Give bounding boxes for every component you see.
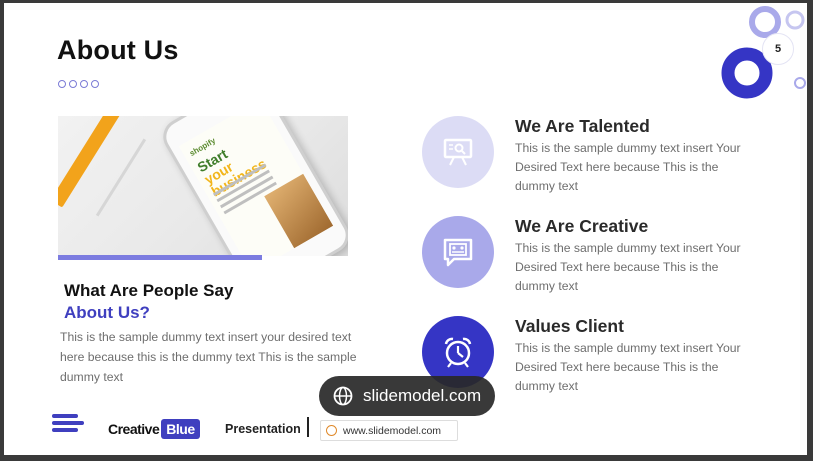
feature-text: This is the sample dummy text insert You…	[515, 141, 741, 193]
phone-photo: shopify Start your business	[58, 116, 348, 256]
photo-accent-bar	[58, 255, 262, 260]
footer-divider	[307, 417, 309, 437]
brand-word: Creative	[108, 421, 160, 437]
footer-url[interactable]: www.slidemodel.com	[320, 420, 458, 441]
decor-ring-small	[785, 10, 805, 30]
slide: 5 About Us shopify Start your business W…	[4, 3, 807, 455]
brand-stripes-icon	[52, 414, 84, 435]
globe-icon	[326, 425, 337, 436]
decor-ring-medium	[749, 6, 781, 38]
presentation-label: Presentation	[225, 422, 301, 436]
feature-title: We Are Creative	[515, 216, 649, 236]
left-subtitle-line2: About Us?	[64, 303, 150, 322]
title-dots	[58, 80, 99, 88]
page-title: About Us	[57, 35, 179, 65]
watermark-badge: slidemodel.com	[319, 376, 495, 416]
brand-badge: Blue	[161, 419, 200, 439]
left-subtitle-line1: What Are People Say	[64, 281, 234, 300]
globe-icon	[333, 386, 353, 406]
feature-title: We Are Talented	[515, 116, 650, 136]
footer-url-text: www.slidemodel.com	[343, 424, 442, 437]
presentation-board-icon	[422, 116, 494, 188]
decor-ring-large	[721, 47, 773, 99]
pencil-shape	[58, 116, 126, 208]
watermark-text: slidemodel.com	[363, 386, 482, 405]
brand-name: Creative Blue	[108, 419, 200, 439]
page-number: 5	[762, 33, 794, 65]
left-body-text: This is the sample dummy text insert you…	[60, 330, 357, 384]
feature-creative: We Are Creative This is the sample dummy…	[422, 216, 802, 296]
chat-presentation-icon	[422, 216, 494, 288]
phone-mockup: shopify Start your business	[156, 116, 348, 256]
feature-title: Values Client	[515, 316, 624, 336]
feature-text: This is the sample dummy text insert You…	[515, 241, 741, 293]
feature-text: This is the sample dummy text insert You…	[515, 341, 741, 393]
feature-talented: We Are Talented This is the sample dummy…	[422, 116, 802, 196]
decor-ring-tiny	[794, 77, 806, 89]
